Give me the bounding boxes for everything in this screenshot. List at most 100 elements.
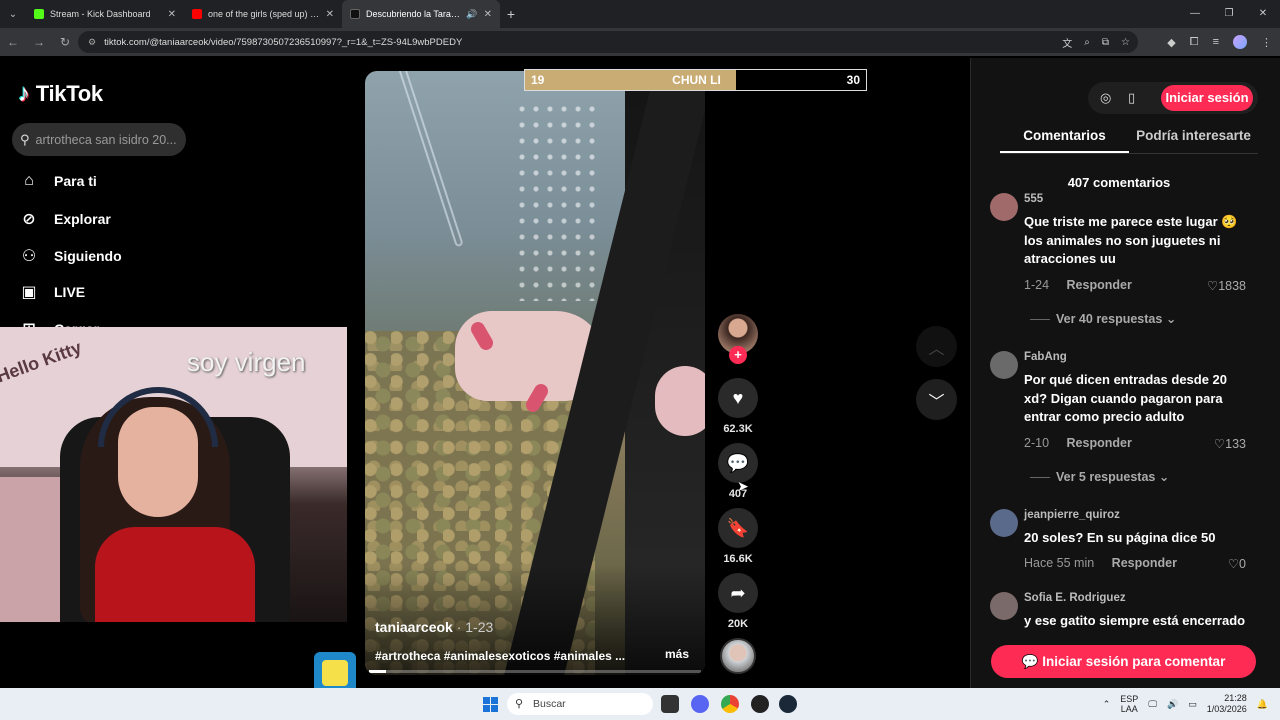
comment-username[interactable]: 555 [1024,193,1043,205]
reload-icon[interactable]: ↻ [52,35,78,49]
video-author[interactable]: taniaarceok · 1-23 [375,619,493,635]
view-replies-button[interactable]: Ver 40 respuestas ⌄ [1030,311,1176,326]
forward-arrow-icon[interactable]: → [26,35,52,49]
more-link[interactable]: más [665,647,689,661]
phone-icon[interactable]: ▯ [1128,90,1135,106]
chevron-up-icon[interactable]: ⌃ [1103,699,1111,710]
site-info-icon[interactable]: ⚙ [88,37,96,48]
browser-tab-youtube[interactable]: one of the girls (sped up) - You ✕ [184,0,342,28]
follow-plus-icon[interactable]: + [729,346,747,364]
previous-video-button[interactable]: ︿ [916,326,957,367]
creator-avatar[interactable]: + [718,314,758,364]
comment-text: y ese gatito siempre está encerrado [1024,613,1246,628]
tab-search-menu[interactable]: ⌄ [0,0,26,28]
extensions-puzzle-icon[interactable]: ⧠ [1190,36,1199,49]
extension-diamond-icon[interactable]: ◆ [1167,36,1175,49]
search-placeholder: artrotheca san isidro 20... [35,132,177,147]
next-video-button[interactable]: ﹀ [916,379,957,420]
comment-username[interactable]: Sofia E. Rodriguez [1024,592,1126,604]
view-replies-button[interactable]: Ver 5 respuestas ⌄ [1030,469,1169,484]
taskbar-search-label: Buscar [533,698,566,710]
comment-text: 20 soles? En su página dice 50 [1024,530,1216,545]
comment-item: Sofia E. Rodriguez y ese gatito siempre … [990,592,1260,630]
comment-bubble-icon[interactable]: 💬 [718,443,758,483]
translate-icon[interactable]: 文 [1062,35,1072,50]
video-progress-bar[interactable] [369,670,701,673]
share-button[interactable]: ➦ 20K [718,573,758,630]
comment-like-button[interactable]: ♡0 [1228,556,1246,571]
tab-comentarios[interactable]: Comentarios [1000,128,1129,153]
steam-icon[interactable] [779,695,797,713]
divider [1030,477,1050,479]
reply-button[interactable]: Responder [1112,556,1177,570]
reply-button[interactable]: Responder [1067,278,1132,292]
tiktok-favicon-icon [350,9,360,19]
browser-tab-kick[interactable]: Stream - Kick Dashboard ✕ [26,0,184,28]
search-input[interactable]: ⚲ artrotheca san isidro 20... [12,123,186,156]
taskbar-search[interactable]: ⚲ Buscar [507,693,653,715]
like-button[interactable]: ♥ 62.3K [718,378,758,435]
nav-item-explorar[interactable]: ⊘ Explorar [18,209,111,229]
obs-icon[interactable] [751,695,769,713]
video-player[interactable]: taniaarceok · 1-23 #artrotheca #animales… [365,71,705,675]
taskview-icon[interactable] [661,695,679,713]
battery-icon[interactable]: ▭ [1188,699,1197,710]
author-name[interactable]: taniaarceok [375,619,453,635]
chevron-down-icon: ⌄ [1165,312,1177,326]
save-button[interactable]: 🔖 16.6K [718,508,758,565]
language: ESP [1120,694,1139,704]
browser-menu-icon[interactable]: ⋮ [1261,36,1272,49]
heart-icon[interactable]: ♥ [718,378,758,418]
nav-item-siguiendo[interactable]: ⚇ Siguiendo [18,246,122,266]
close-window-icon[interactable]: ✕ [1246,0,1280,28]
login-button[interactable]: Iniciar sesión [1161,85,1253,111]
bookmark-star-icon[interactable]: ☆ [1121,37,1130,48]
windows-start-icon[interactable] [483,697,498,712]
comment-username[interactable]: jeanpierre_quiroz [1024,509,1120,521]
nav-item-para-ti[interactable]: ⌂ Para ti [18,172,97,190]
chrome-icon[interactable] [721,695,739,713]
zoom-icon[interactable]: ⌕ [1084,37,1090,48]
health-bar-name: CHUN LI [672,73,721,87]
close-tab-icon[interactable]: ✕ [168,9,176,20]
address-bar[interactable]: ⚙ tiktok.com/@taniaarceok/video/75987305… [78,31,1138,53]
network-icon[interactable]: 🖵 [1148,699,1157,710]
nav-item-live[interactable]: ▣ LIVE [18,282,85,302]
profile-avatar[interactable] [1233,35,1247,49]
minimize-icon[interactable]: — [1178,0,1212,28]
tab-podria-interesarte[interactable]: Podría interesarte [1129,128,1258,153]
clock[interactable]: 21:28 1/03/2026 [1207,693,1247,715]
view-replies-label: Ver 5 respuestas [1056,470,1156,484]
language-indicator[interactable]: ESP LAA [1120,694,1138,714]
volume-icon[interactable]: 🔊 [1167,699,1178,710]
back-arrow-icon[interactable]: ← [0,35,26,49]
avatar[interactable] [990,592,1018,620]
explore-icon[interactable]: ◎ [1100,90,1111,106]
reading-list-icon[interactable]: ≡ [1213,36,1219,48]
close-tab-icon[interactable]: ✕ [326,9,334,20]
new-tab-button[interactable]: + [500,6,522,22]
browser-tab-tiktok[interactable]: Descubriendo la Tarantula 🔊 ✕ [342,0,500,28]
video-description[interactable]: #artrotheca #animalesexoticos #animales … [375,649,625,663]
avatar[interactable] [990,193,1018,221]
bookmark-icon[interactable]: 🔖 [718,508,758,548]
discord-icon[interactable] [691,695,709,713]
nav-label: Siguiendo [54,248,122,264]
music-disc[interactable] [720,638,756,674]
close-tab-icon[interactable]: ✕ [484,9,492,20]
speaker-icon[interactable]: 🔊 [466,9,477,20]
share-arrow-icon[interactable]: ➦ [718,573,758,613]
reply-button[interactable]: Responder [1067,436,1132,450]
home-icon: ⌂ [24,172,34,189]
tiktok-logo[interactable]: ♪ TikTok [18,80,103,108]
install-app-icon[interactable]: ⧉ [1102,37,1109,48]
comment-like-button[interactable]: ♡1838 [1207,278,1246,293]
comment-like-button[interactable]: ♡133 [1214,436,1246,451]
notification-icon[interactable]: 🔔 [1257,699,1268,710]
login-to-comment-button[interactable]: 💬 Iniciar sesión para comentar [991,645,1256,678]
restore-icon[interactable]: ❐ [1212,0,1246,28]
comment-username[interactable]: FabAng [1024,351,1067,363]
comment-date: 2-10 [1024,436,1050,450]
avatar[interactable] [990,351,1018,379]
avatar[interactable] [990,509,1018,537]
